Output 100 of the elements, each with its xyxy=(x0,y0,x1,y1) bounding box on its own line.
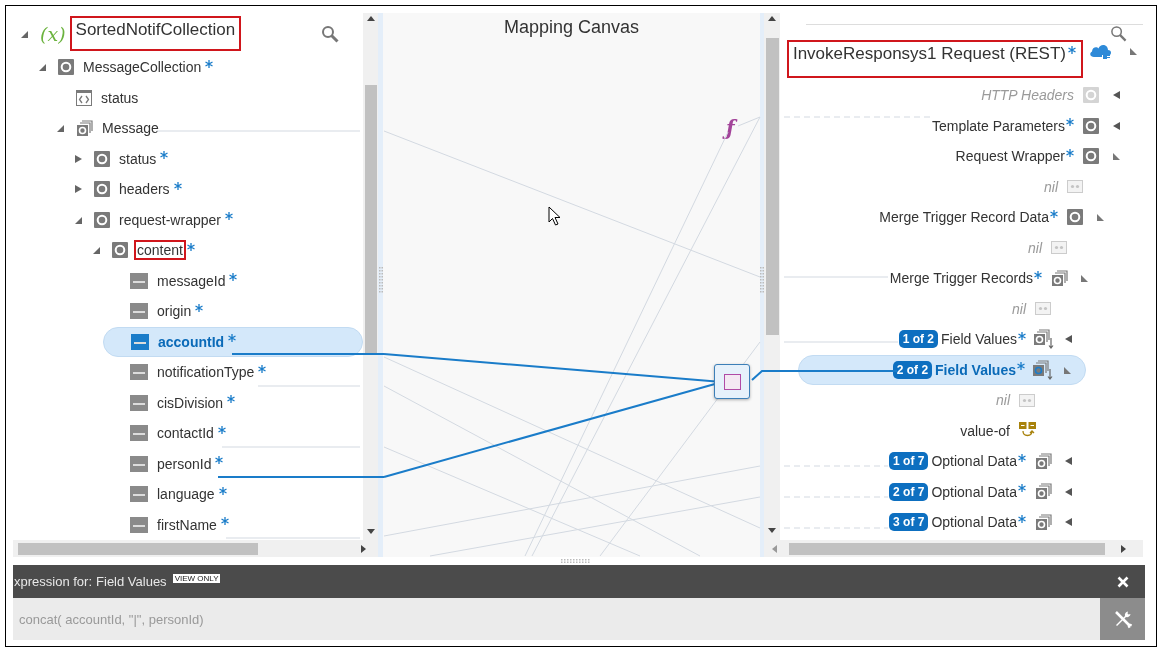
text-type-icon xyxy=(130,455,148,472)
tree-node[interactable]: MessageCollection xyxy=(31,52,363,83)
tree-node[interactable]: 1 of 7 Optional Data xyxy=(780,446,1086,477)
cloud-plug-icon xyxy=(1089,42,1113,60)
tree-node[interactable]: language xyxy=(103,479,363,510)
tree-node[interactable]: messageId xyxy=(103,265,363,296)
object-icon xyxy=(94,150,110,167)
text-type-icon xyxy=(131,333,149,350)
expand-toggle-icon[interactable] xyxy=(1128,46,1138,56)
ordered-collection-icon xyxy=(1032,329,1054,350)
expand-toggle-icon[interactable] xyxy=(1063,517,1073,528)
search-icon[interactable] xyxy=(1110,25,1127,42)
tree-node[interactable]: Message xyxy=(49,113,363,144)
collection-icon xyxy=(1034,513,1052,531)
expand-toggle-icon[interactable] xyxy=(37,62,47,73)
scroll-right-icon[interactable] xyxy=(1121,544,1126,553)
text-type-icon xyxy=(130,486,148,503)
tree-node[interactable]: 2 of 7 Optional Data xyxy=(780,476,1086,507)
object-icon xyxy=(58,59,74,76)
grip-icon[interactable] xyxy=(760,267,764,293)
collection-icon xyxy=(1050,269,1068,287)
object-icon xyxy=(1083,148,1099,165)
horizontal-scrollbar[interactable] xyxy=(764,540,1143,557)
expand-toggle-icon[interactable] xyxy=(91,245,101,256)
occurrence-badge: 1 of 2 xyxy=(898,330,938,349)
expand-toggle-icon[interactable] xyxy=(1063,334,1073,345)
tools-icon xyxy=(1112,609,1133,629)
horizontal-scrollbar[interactable] xyxy=(13,540,378,557)
scroll-right-icon[interactable] xyxy=(361,544,366,553)
tree-node[interactable]: request-wrapper xyxy=(67,204,363,235)
tree-node[interactable]: contactId xyxy=(103,418,363,449)
vertical-scrollbar[interactable] xyxy=(363,13,378,540)
expression-label: xpression for: xyxy=(14,574,93,589)
grip-icon[interactable] xyxy=(561,559,591,563)
collection-icon xyxy=(1034,483,1052,501)
tree-node[interactable]: Template Parameters xyxy=(780,110,1134,141)
occurrence-badge: 1 of 7 xyxy=(889,452,929,471)
text-type-icon xyxy=(130,272,148,289)
tree-node[interactable]: Request Wrapper xyxy=(780,141,1134,172)
tree-node[interactable]: origin xyxy=(103,296,363,327)
tree-node[interactable]: firstName xyxy=(103,509,363,540)
tree-node[interactable]: headers xyxy=(67,174,363,205)
tree-node[interactable]: status xyxy=(49,82,363,113)
search-icon[interactable] xyxy=(321,24,339,43)
tree-node[interactable]: cisDivision xyxy=(103,387,363,418)
view-only-badge: VIEW ONLY xyxy=(172,574,221,583)
tree-node[interactable]: 3 of 7 Optional Data xyxy=(780,507,1086,538)
tree-node[interactable]: notificationType xyxy=(103,357,363,388)
tree-node[interactable]: accountId xyxy=(103,326,363,357)
collection-icon xyxy=(1034,452,1052,470)
text-type-icon xyxy=(130,516,148,533)
grip-icon[interactable] xyxy=(378,267,383,293)
tools-button[interactable] xyxy=(1100,598,1145,640)
ordered-collection-icon xyxy=(1031,359,1053,380)
expand-toggle-icon[interactable] xyxy=(1111,120,1121,131)
nil-icon xyxy=(1051,241,1067,255)
expand-toggle-icon[interactable] xyxy=(73,184,83,195)
object-icon xyxy=(1067,209,1083,226)
tree-node[interactable]: content xyxy=(85,235,363,266)
expand-toggle-icon[interactable] xyxy=(1079,273,1089,284)
text-function-node[interactable] xyxy=(714,364,750,399)
vertical-scrollbar[interactable] xyxy=(764,13,780,540)
object-icon xyxy=(94,211,110,228)
object-icon xyxy=(112,242,128,259)
tree-node[interactable]: value-of xyxy=(780,415,1070,446)
canvas-title: Mapping Canvas xyxy=(502,16,641,38)
collection-icon xyxy=(76,119,93,137)
close-icon[interactable] xyxy=(1117,575,1129,588)
tree-node[interactable]: Merge Trigger Records xyxy=(780,263,1102,294)
pointer-cursor-icon xyxy=(548,206,561,226)
text-type-icon xyxy=(130,425,148,442)
expand-toggle-icon[interactable] xyxy=(73,153,83,164)
text-type-icon xyxy=(130,303,148,320)
scroll-up-icon[interactable] xyxy=(768,16,776,21)
occurrence-badge: 2 of 2 xyxy=(892,360,933,379)
tree-node[interactable]: personId xyxy=(103,448,363,479)
nil-icon xyxy=(1035,302,1051,316)
tree-node[interactable]: 1 of 2 Field Values xyxy=(780,324,1086,355)
scroll-up-icon[interactable] xyxy=(366,16,375,21)
expand-toggle-icon[interactable] xyxy=(1095,212,1105,223)
text-type-icon xyxy=(130,394,148,411)
expression-target: Field Values xyxy=(96,574,167,589)
occurrence-badge: 2 of 7 xyxy=(889,482,929,501)
expand-toggle-icon[interactable] xyxy=(1062,364,1072,375)
tree-node[interactable]: status xyxy=(67,143,363,174)
object-icon xyxy=(1083,87,1099,104)
scroll-down-icon[interactable] xyxy=(366,529,375,534)
attribute-icon xyxy=(76,89,92,106)
expand-toggle-icon[interactable] xyxy=(1063,486,1073,497)
nil-icon xyxy=(1067,180,1083,194)
expand-toggle-icon[interactable] xyxy=(55,123,65,134)
expand-toggle-icon[interactable] xyxy=(1111,151,1121,162)
object-icon xyxy=(1083,117,1099,134)
object-icon xyxy=(94,181,110,198)
occurrence-badge: 3 of 7 xyxy=(889,513,929,532)
nil-icon xyxy=(1019,393,1035,407)
scroll-down-icon[interactable] xyxy=(768,528,776,533)
tree-node[interactable]: Merge Trigger Record Data xyxy=(780,202,1118,233)
expand-toggle-icon[interactable] xyxy=(1063,456,1073,467)
tree-node[interactable]: 2 of 2 Field Values xyxy=(798,354,1086,385)
